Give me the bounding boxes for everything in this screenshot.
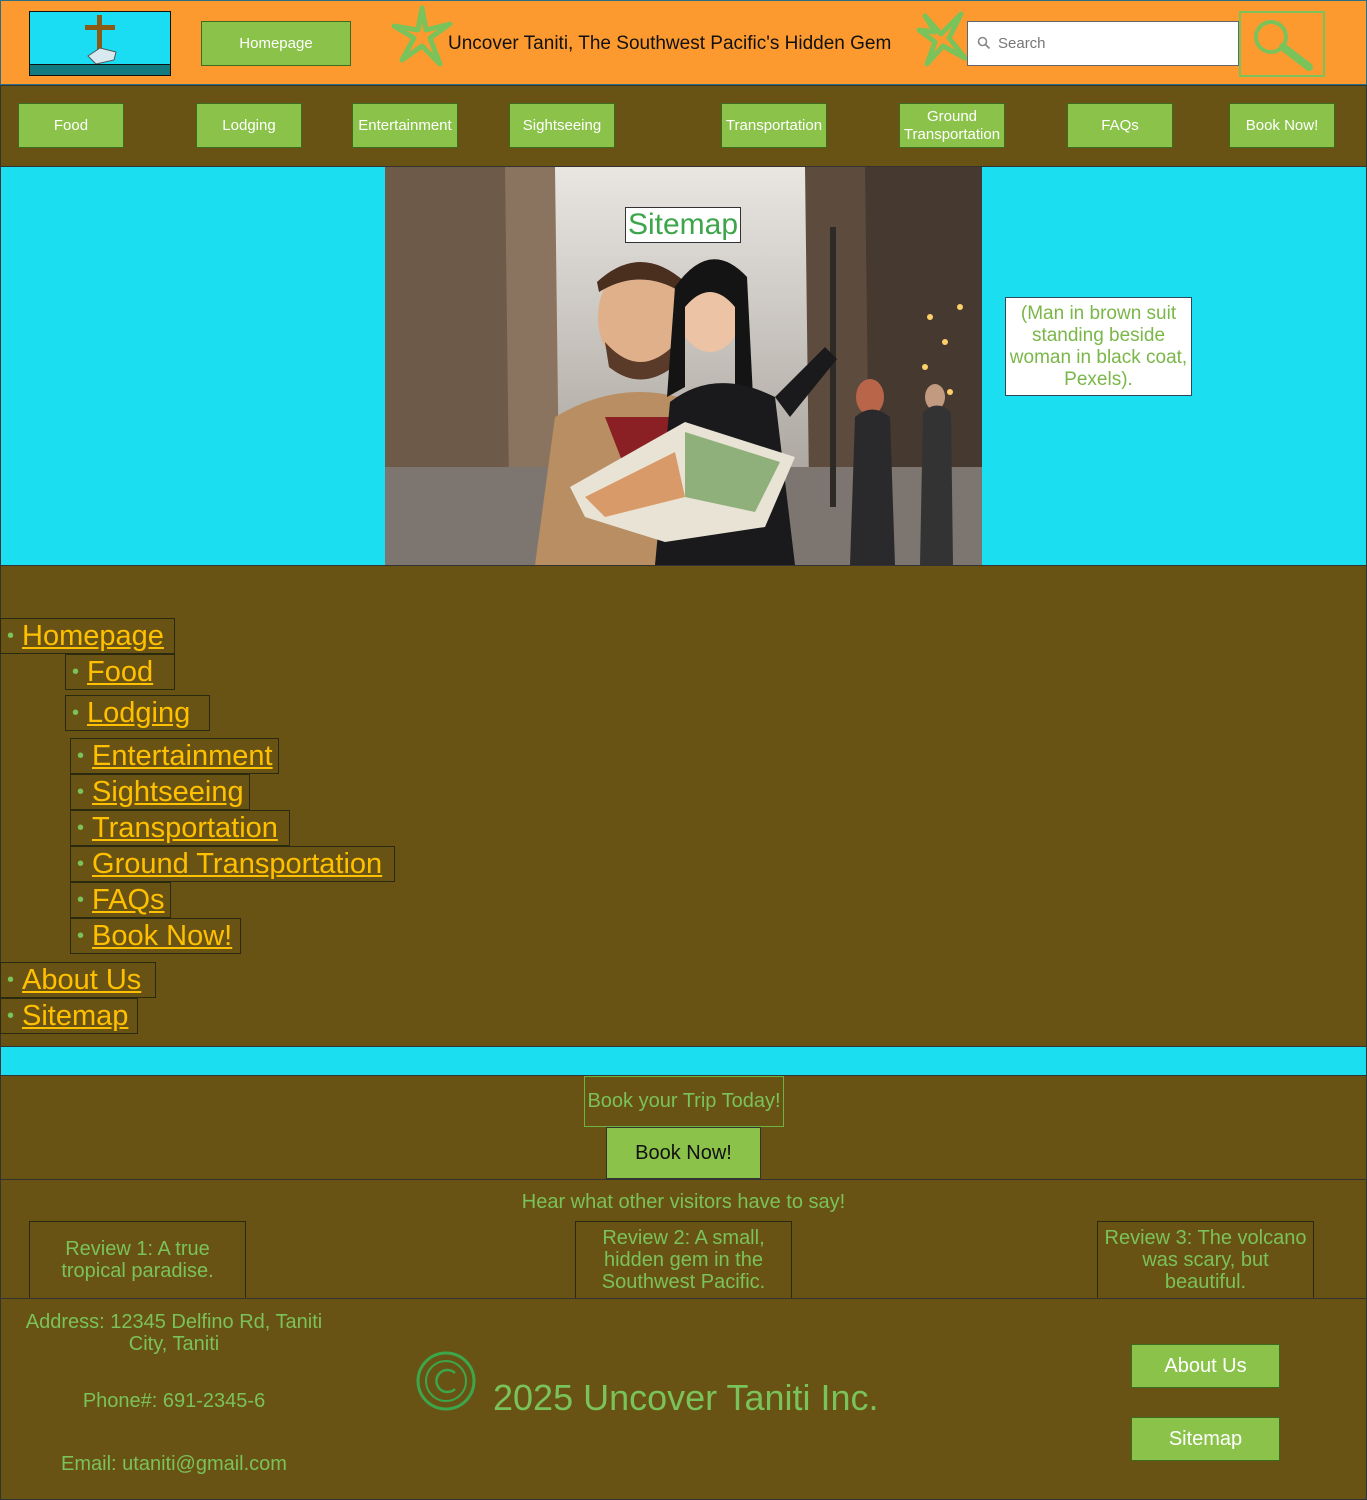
sitemap-link-lodging[interactable]: • Lodging — [65, 695, 210, 731]
sitemap-link-label: Book Now! — [92, 919, 233, 952]
search-icon — [1254, 20, 1313, 71]
review-card: Review 3: The volcano was scary, but bea… — [1097, 1221, 1314, 1299]
sitemap-link-label: Food — [87, 655, 154, 688]
copyright-text: 2025 Uncover Taniti Inc. — [493, 1377, 879, 1418]
footer-phone: Phone#: 691-2345-6 — [82, 1390, 266, 1412]
copyright-icon — [416, 1351, 476, 1411]
homepage-button[interactable]: Homepage — [201, 21, 351, 66]
reviews-heading: Hear what other visitors have to say! — [521, 1191, 846, 1213]
footer-email: Email: utaniti@gmail.com — [61, 1453, 287, 1475]
logo-icon[interactable] — [29, 11, 171, 76]
search-icon — [977, 36, 991, 50]
sitemap-link-label: Entertainment — [92, 739, 273, 772]
search-input[interactable] — [998, 22, 1233, 65]
sitemap-link-sightseeing[interactable]: • Sightseeing — [70, 774, 250, 810]
photo-caption: (Man in brown suit standing beside woman… — [1005, 297, 1192, 396]
page-title: Sitemap — [625, 207, 741, 243]
sitemap-link-faqs[interactable]: • FAQs — [70, 882, 171, 918]
review-card: Review 2: A small, hidden gem in the Sou… — [575, 1221, 792, 1299]
starfish-icon — [916, 11, 968, 67]
search-button[interactable] — [1239, 11, 1325, 77]
sitemap-link-label: Ground Transportation — [92, 847, 383, 880]
site-title: Uncover Taniti, The Southwest Pacific's … — [448, 33, 892, 54]
book-now-button[interactable]: Book Now! — [606, 1127, 761, 1179]
sitemap-link-book-now[interactable]: • Book Now! — [70, 918, 241, 954]
sitemap-link-ground-transportation[interactable]: • Ground Transportation — [70, 846, 395, 882]
nav-book-now-button[interactable]: Book Now! — [1229, 103, 1335, 148]
sitemap-link-label: Lodging — [87, 696, 191, 729]
sitemap-link-label: Transportation — [92, 811, 278, 844]
nav-sightseeing-button[interactable]: Sightseeing — [509, 103, 615, 148]
nav-ground-transportation-button[interactable]: Ground Transportation — [899, 103, 1005, 148]
review-card: Review 1: A true tropical paradise. — [29, 1221, 246, 1299]
nav-transportation-button[interactable]: Transportation — [721, 103, 827, 148]
sitemap-link-food[interactable]: • Food — [65, 654, 175, 690]
sitemap-link-transportation[interactable]: • Transportation — [70, 810, 290, 846]
sitemap-link-entertainment[interactable]: • Entertainment — [70, 738, 279, 774]
sitemap-link-label: Homepage — [22, 619, 164, 652]
footer-sitemap-button[interactable]: Sitemap — [1131, 1417, 1280, 1461]
book-trip-label: Book your Trip Today! — [584, 1076, 784, 1127]
sitemap-link-label: About Us — [22, 963, 142, 996]
search-box[interactable] — [967, 21, 1239, 66]
sitemap-link-about-us[interactable]: • About Us — [0, 962, 156, 998]
sitemap-link-label: FAQs — [92, 883, 165, 916]
nav-food-button[interactable]: Food — [18, 103, 124, 148]
nav-entertainment-button[interactable]: Entertainment — [352, 103, 458, 148]
sitemap-link-sitemap[interactable]: • Sitemap — [0, 998, 138, 1034]
sitemap-link-label: Sitemap — [22, 999, 129, 1032]
nav-lodging-button[interactable]: Lodging — [196, 103, 302, 148]
sitemap-link-label: Sightseeing — [92, 775, 244, 808]
footer-about-us-button[interactable]: About Us — [1131, 1344, 1280, 1388]
divider-band — [0, 1046, 1367, 1076]
nav-faqs-button[interactable]: FAQs — [1067, 103, 1173, 148]
sitemap-link-homepage[interactable]: • Homepage — [0, 618, 175, 654]
footer-address: Address: 12345 Delfino Rd, Taniti City, … — [25, 1311, 323, 1355]
